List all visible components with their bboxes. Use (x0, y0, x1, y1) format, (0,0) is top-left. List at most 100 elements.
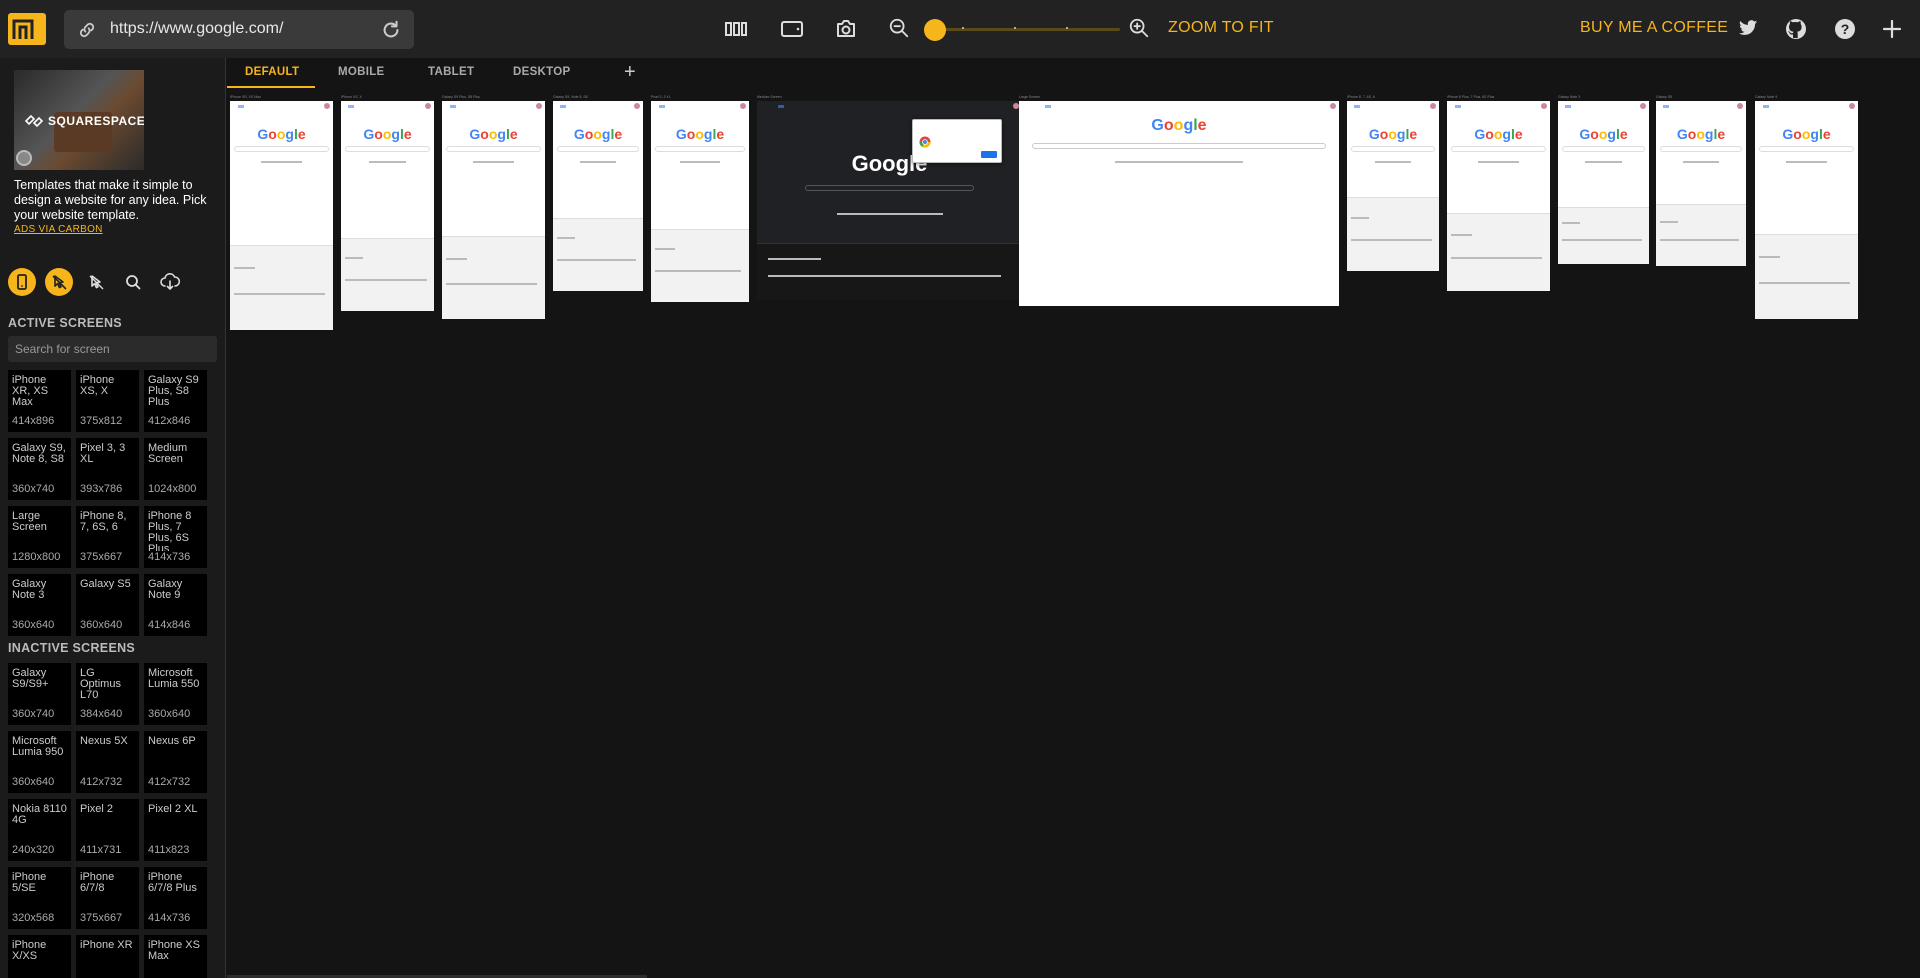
device-card-size: 1280x800 (12, 551, 61, 563)
device-preview-body: Google (1447, 101, 1550, 291)
device-card[interactable]: Galaxy S9, Note 8, S8 360x740 (8, 438, 71, 500)
device-card[interactable]: Galaxy S5 360x640 (76, 574, 139, 636)
preview-footer (442, 236, 545, 319)
device-card[interactable]: iPhone 8 Plus, 7 Plus, 6S Plus 414x736 (144, 506, 207, 568)
cloud-download-button[interactable] (156, 268, 184, 296)
tab-mobile[interactable]: MOBILE (338, 66, 385, 78)
chrome-icon (919, 136, 931, 148)
device-card-size: 411x823 (148, 844, 190, 856)
carbon-ad[interactable]: SQUARESPACE Templates that make it simpl… (14, 70, 224, 235)
device-card-name: iPhone XR (80, 940, 133, 951)
device-preview[interactable]: Galaxy S5 Google (1656, 94, 1746, 267)
inspect-toggle-button[interactable] (45, 268, 73, 296)
zoom-in-icon[interactable] (1128, 17, 1150, 39)
device-card-size: 414x846 (148, 619, 191, 631)
device-card-name: Galaxy S9 Plus, S8 Plus (148, 375, 199, 408)
device-preview[interactable]: iPhone 8 Plus, 7 Plus, 6S Plus Google (1447, 94, 1550, 292)
device-preview[interactable]: Large Screen Google (1019, 94, 1339, 307)
device-card[interactable]: Pixel 3, 3 XL 393x786 (76, 438, 139, 500)
device-toggle-button[interactable] (8, 268, 36, 296)
device-card-name: Galaxy S9/S9+ (12, 668, 49, 690)
help-icon[interactable]: ? (1833, 17, 1857, 41)
device-preview[interactable]: Galaxy Note 9 Google (1755, 94, 1858, 320)
url-input[interactable] (110, 18, 360, 40)
device-card[interactable]: Nokia 8110 4G 240x320 (8, 799, 71, 861)
device-card[interactable]: iPhone 8, 7, 6S, 6 375x667 (76, 506, 139, 568)
active-tab-indicator (227, 86, 315, 88)
preview-search-box (804, 185, 975, 191)
device-card[interactable]: Galaxy S9/S9+ 360x740 (8, 663, 71, 725)
camera-icon[interactable] (834, 17, 858, 41)
device-card-size: 412x732 (80, 776, 123, 788)
inspect-element-button[interactable] (82, 268, 110, 296)
device-card[interactable]: iPhone 6/7/8 Plus 414x736 (144, 867, 207, 929)
chrome-permission-popup[interactable] (912, 119, 1002, 163)
device-card[interactable]: iPhone 6/7/8 375x667 (76, 867, 139, 929)
preview-logo: Google (1368, 126, 1418, 142)
device-card[interactable]: Large Screen 1280x800 (8, 506, 71, 568)
logo-icon[interactable] (8, 13, 46, 45)
device-preview-body: Google (442, 101, 545, 319)
zoom-slider-thumb[interactable] (924, 19, 946, 41)
plus-icon[interactable] (1880, 17, 1904, 41)
device-preview-body: Google (230, 101, 333, 330)
zoom-out-icon[interactable] (888, 17, 910, 39)
add-tab-icon[interactable]: + (624, 61, 636, 84)
device-card[interactable]: iPhone XS, X 375x812 (76, 370, 139, 432)
ads-via-carbon-link[interactable]: ADS VIA CARBON (14, 224, 224, 235)
reload-icon[interactable] (380, 19, 402, 41)
device-card-name: Medium Screen (148, 443, 188, 465)
preview-logo: Google (1782, 126, 1831, 142)
device-card-size: 414x736 (148, 912, 191, 924)
device-card[interactable]: iPhone XS Max (144, 935, 207, 978)
device-card[interactable]: Nexus 6P 412x732 (144, 731, 207, 793)
preview-footer (1558, 207, 1649, 264)
device-card[interactable]: Pixel 2 XL 411x823 (144, 799, 207, 861)
device-card[interactable]: Microsoft Lumia 950 360x640 (8, 731, 71, 793)
tablet-rotate-icon[interactable] (780, 17, 804, 41)
tab-default[interactable]: DEFAULT (245, 66, 299, 78)
device-card-size: 360x640 (148, 708, 191, 720)
device-card-name: Large Screen (12, 511, 47, 533)
screen-search-input[interactable] (8, 336, 217, 362)
device-card[interactable]: Galaxy Note 3 360x640 (8, 574, 71, 636)
tab-desktop[interactable]: DESKTOP (513, 66, 570, 78)
device-card-size: 384x640 (80, 708, 123, 720)
device-preview-header: Galaxy S9 Plus, S8 Plus (442, 95, 480, 99)
buy-me-a-coffee-link[interactable]: BUY ME A COFFEE (1580, 19, 1728, 37)
ad-text[interactable]: Templates that make it simple to design … (14, 178, 214, 223)
device-card-name: Galaxy Note 3 (12, 579, 47, 601)
device-card[interactable]: Galaxy Note 9 414x846 (144, 574, 207, 636)
search-button[interactable] (119, 268, 147, 296)
twitter-icon[interactable] (1737, 17, 1759, 39)
device-card[interactable]: Microsoft Lumia 550 360x640 (144, 663, 207, 725)
github-icon[interactable] (1784, 17, 1808, 41)
device-card[interactable]: iPhone XR, XS Max 414x896 (8, 370, 71, 432)
device-card-size: 412x732 (148, 776, 191, 788)
device-preview[interactable]: Galaxy S9, Note 8, S8 Google (553, 94, 643, 292)
tab-tablet[interactable]: TABLET (428, 66, 474, 78)
device-preview[interactable]: Galaxy Note 3 Google (1558, 94, 1649, 265)
device-preview[interactable]: Galaxy S9 Plus, S8 Plus Google (442, 94, 545, 320)
device-card[interactable]: iPhone X/XS (8, 935, 71, 978)
device-card-name: iPhone 8 Plus, 7 Plus, 6S Plus (148, 511, 192, 551)
device-card[interactable]: iPhone 5/SE 320x568 (8, 867, 71, 929)
device-preview[interactable]: iPhone 8, 7, 6S, 6 Google (1347, 94, 1439, 272)
device-preview[interactable]: iPhone XR, XS Max Google (230, 94, 333, 331)
preview-footer (651, 229, 749, 302)
zoom-slider-track[interactable] (930, 27, 1120, 31)
zoom-to-fit-button[interactable]: ZOOM TO FIT (1168, 19, 1274, 37)
device-card[interactable]: Nexus 5X 412x732 (76, 731, 139, 793)
device-preview[interactable]: iPhone XS, X Google (341, 94, 434, 312)
device-card[interactable]: Medium Screen 1024x800 (144, 438, 207, 500)
device-card[interactable]: Galaxy S9 Plus, S8 Plus 412x846 (144, 370, 207, 432)
preview-search-box (234, 146, 329, 152)
device-card-name: iPhone X/XS (12, 940, 47, 962)
device-card[interactable]: Pixel 2 411x731 (76, 799, 139, 861)
device-preview-body: Google (1558, 101, 1649, 264)
columns-icon[interactable] (725, 17, 747, 41)
ad-image[interactable]: SQUARESPACE (14, 70, 144, 170)
device-card[interactable]: LG Optimus L70 384x640 (76, 663, 139, 725)
device-preview[interactable]: Pixel 3, 3 XL Google (651, 94, 749, 303)
device-card[interactable]: iPhone XR (76, 935, 139, 978)
